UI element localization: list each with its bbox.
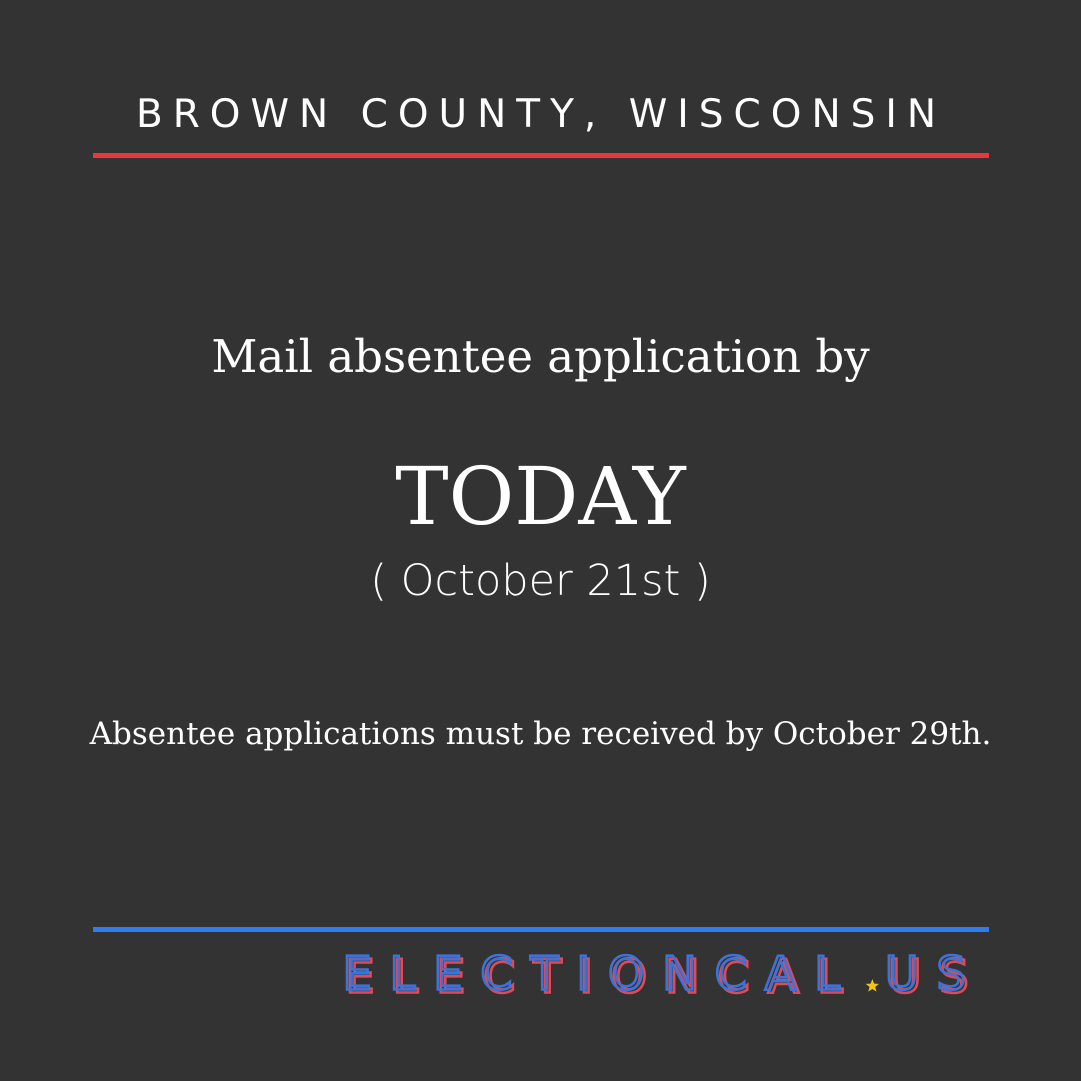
star-icon: [865, 979, 880, 992]
headline: Mail absentee application by: [211, 330, 870, 383]
brand-logo: ELECTIONCAL ELECTIONCAL US US: [344, 948, 989, 998]
svg-text:ELECTIONCAL: ELECTIONCAL: [344, 948, 858, 998]
deadline-date: ( October 21st ): [370, 556, 711, 606]
county-title: BROWN COUNTY, WISCONSIN: [135, 92, 947, 137]
top-divider: [93, 153, 989, 158]
bottom-divider: [93, 927, 989, 932]
deadline-label: TODAY: [395, 450, 686, 543]
received-by-note: Absentee applications must be received b…: [89, 716, 992, 752]
brand-name-tld: USUS: [884, 948, 984, 998]
brand-name-main: ELECTIONCALELECTIONCAL: [344, 948, 858, 998]
deadline-card: BROWN COUNTY, WISCONSIN Mail absentee ap…: [0, 0, 1081, 1081]
svg-text:US: US: [885, 948, 984, 998]
brand-logo-text: ELECTIONCALELECTIONCAL USUS: [344, 948, 984, 998]
